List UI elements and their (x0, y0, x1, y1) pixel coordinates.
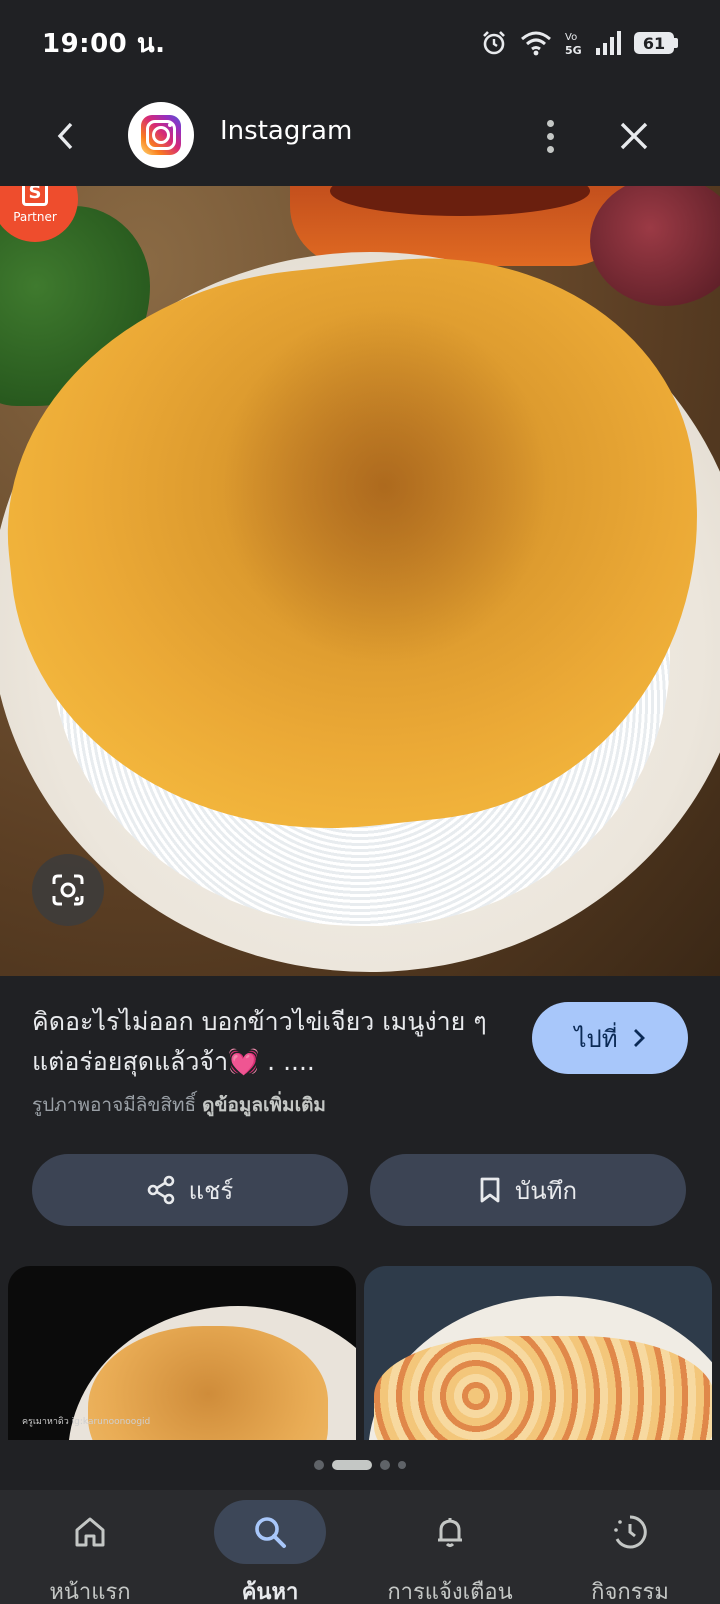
alarm-icon (483, 31, 505, 55)
volte-5g-icon: Vo 5G (565, 32, 582, 57)
copyright-notice: รูปภาพอาจมีลิขสิทธิ์ ดูข้อมูลเพิ่มเติม (32, 1090, 326, 1120)
bell-icon (438, 1518, 462, 1547)
google-lens-button[interactable] (32, 854, 104, 926)
result-caption[interactable]: คิดอะไรไม่ออก บอกข้าวไข่เจียว เมนูง่าย ๆ… (32, 1002, 502, 1082)
instagram-icon (141, 115, 181, 155)
visit-label: ไปที่ (574, 1024, 618, 1053)
bottom-navigation: หน้าแรก ค้นหา การแจ้งเตือน กิจกรรม (0, 1490, 720, 1604)
carousel-indicator (0, 1460, 720, 1470)
chevron-right-icon (633, 1029, 645, 1047)
app-logo (128, 102, 194, 168)
nav-activity-label: กิจกรรม (591, 1580, 669, 1604)
nav-activity[interactable]: กิจกรรม (540, 1490, 720, 1604)
status-icons: Vo 5G 61 (480, 29, 678, 57)
more-info-link[interactable]: ดูข้อมูลเพิ่มเติม (202, 1094, 326, 1116)
more-options-button[interactable] (530, 110, 570, 162)
thumb-watermark: ครูเมาหาดิว ig:karunoonoogid (22, 1417, 151, 1427)
page-dot (398, 1461, 406, 1469)
visit-button[interactable]: ไปที่ (532, 1002, 688, 1074)
shopee-bag-icon: S (22, 186, 48, 206)
wifi-icon (521, 31, 551, 56)
nav-search-label: ค้นหา (241, 1580, 299, 1604)
nav-home[interactable]: หน้าแรก (0, 1490, 180, 1604)
battery-level: 61 (634, 32, 674, 54)
result-image[interactable]: S Partner (0, 186, 720, 976)
page-dot (314, 1460, 324, 1470)
nav-notifications[interactable]: การแจ้งเตือน (360, 1490, 540, 1604)
bookmark-icon (480, 1177, 500, 1203)
close-icon (620, 122, 648, 150)
close-button[interactable] (612, 114, 656, 158)
share-button[interactable]: แชร์ (32, 1154, 348, 1226)
nav-search[interactable]: ค้นหา (180, 1490, 360, 1604)
svg-text:Vo: Vo (565, 32, 577, 43)
source-title: Instagram (220, 116, 353, 146)
nav-home-label: หน้าแรก (49, 1580, 131, 1604)
nav-notifications-label: การแจ้งเตือน (387, 1580, 513, 1604)
search-icon (255, 1517, 286, 1548)
save-button[interactable]: บันทึก (370, 1154, 686, 1226)
page-dot (380, 1460, 390, 1470)
app-header: Instagram (0, 96, 720, 176)
related-image-1[interactable]: ครูเมาหาดิว ig:karunoonoogid (8, 1266, 356, 1440)
partner-label: Partner (13, 210, 57, 224)
svg-text:5G: 5G (565, 44, 582, 57)
related-image-2[interactable] (364, 1266, 712, 1440)
activity-icon (614, 1515, 647, 1549)
chevron-left-icon (57, 122, 73, 150)
lens-icon (52, 874, 84, 906)
status-bar: 19:00 น. Vo 5G 61 (0, 0, 720, 86)
page-dot-active (332, 1460, 372, 1470)
status-time: 19:00 น. (42, 28, 166, 59)
save-label: บันทึก (515, 1176, 577, 1205)
home-icon (75, 1517, 105, 1547)
copyright-text: รูปภาพอาจมีลิขสิทธิ์ (32, 1094, 197, 1116)
share-icon (147, 1175, 174, 1205)
back-button[interactable] (44, 114, 88, 158)
signal-icon (596, 31, 621, 55)
share-label: แชร์ (188, 1176, 234, 1205)
battery-indicator: 61 (634, 32, 678, 54)
